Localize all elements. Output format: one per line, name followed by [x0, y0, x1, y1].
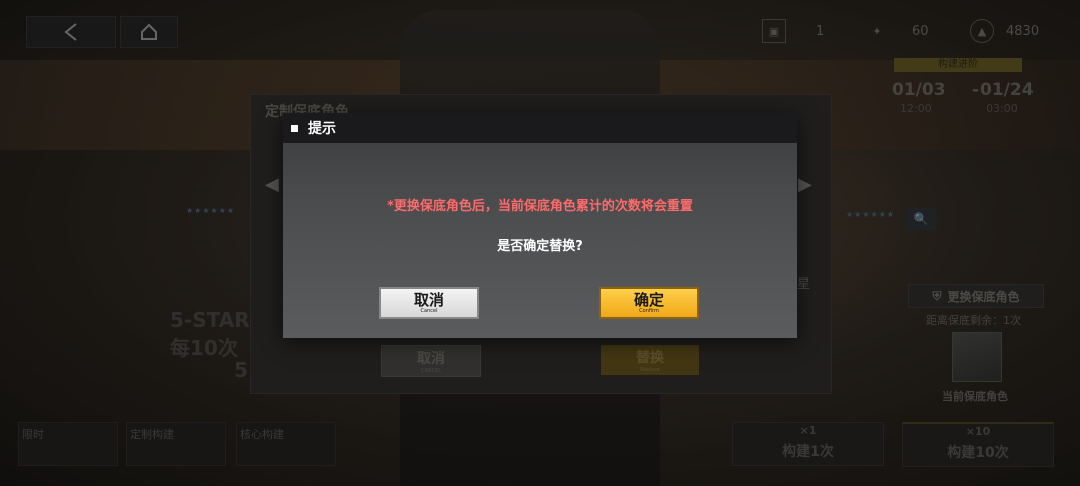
- cancel-button[interactable]: 取消 Cancel: [379, 287, 479, 319]
- cancel-label: 取消: [413, 290, 444, 309]
- dialog-question: 是否确定替换?: [497, 239, 583, 254]
- confirm-dialog: 提示 *更换保底角色后，当前保底角色累计的次数将会重置 是否确定替换? 取消 C…: [283, 113, 797, 338]
- confirm-button[interactable]: 确定 Confirm: [599, 287, 699, 319]
- dialog-warning: *更换保底角色后，当前保底角色累计的次数将会重置: [387, 199, 693, 214]
- dialog-header: 提示: [283, 113, 797, 143]
- header-square-icon: [291, 124, 298, 132]
- confirm-sub: Confirm: [639, 307, 659, 314]
- cancel-sub: Cancel: [420, 307, 438, 314]
- dialog-title: 提示: [308, 121, 336, 137]
- confirm-label: 确定: [633, 290, 664, 309]
